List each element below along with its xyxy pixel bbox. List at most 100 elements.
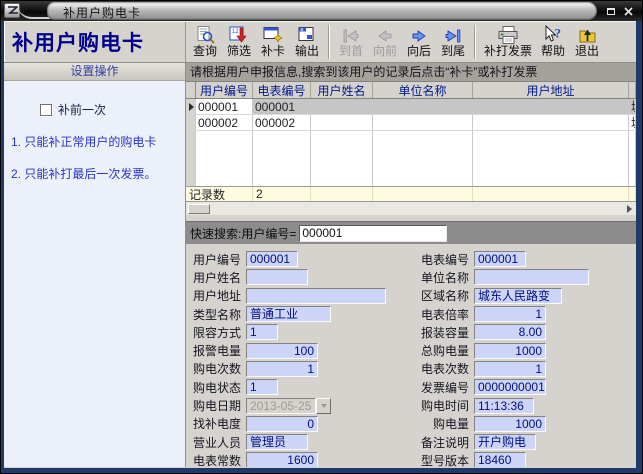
- meter-ratio-field[interactable]: 1: [474, 306, 546, 322]
- help-button[interactable]: ? 帮助: [536, 24, 570, 60]
- main-panel: 请根据用户申报信息,搜索到该用户的记录后点击“补卡”或补打发票 用户编号 电表编…: [186, 63, 636, 467]
- toolbar-separator: [328, 25, 330, 59]
- cell-user-id[interactable]: 000002: [196, 115, 253, 130]
- operator-field[interactable]: 管理员: [246, 434, 308, 450]
- sidebar-note-1: 1. 只能补正常用户的购电卡: [11, 133, 185, 150]
- org-name-field[interactable]: [474, 269, 589, 285]
- col-header-user-id[interactable]: 用户编号: [196, 82, 253, 98]
- field-label: 购电时间: [416, 397, 474, 414]
- user-address-field[interactable]: [246, 288, 386, 304]
- cell-user-address[interactable]: [473, 115, 629, 130]
- alarm-energy-field[interactable]: 100: [246, 343, 318, 359]
- query-button[interactable]: 查询: [188, 24, 222, 60]
- current-row-indicator: [186, 99, 196, 114]
- hscrollbar-right-arrow-icon[interactable]: [627, 205, 632, 213]
- title-bar[interactable]: 补用户购电卡: [1, 1, 642, 21]
- record-count-value: 2: [253, 187, 311, 201]
- pre-purchase-checkbox[interactable]: [40, 104, 52, 116]
- hscrollbar-thumb[interactable]: [188, 204, 210, 214]
- reprint-invoice-button[interactable]: 补打发票: [480, 24, 536, 60]
- purchase-time-field[interactable]: 11:13:36: [474, 398, 534, 414]
- cell-user-id[interactable]: 000001: [196, 99, 253, 114]
- model-version-field[interactable]: 18460: [474, 452, 526, 467]
- col-header-user-name[interactable]: 用户姓名: [311, 82, 373, 98]
- row-indicator: [186, 131, 196, 186]
- rewrite-card-icon: [262, 25, 284, 45]
- field-label: 限容方式: [188, 324, 246, 341]
- rewrite-card-button[interactable]: 补卡: [256, 24, 290, 60]
- cell-meter-id[interactable]: 000001: [253, 99, 311, 114]
- col-header-overflow: [629, 82, 636, 98]
- maximize-icon: [607, 8, 615, 15]
- purchase-count-field[interactable]: 1: [246, 361, 318, 377]
- app-window: 补用户购电卡 补用户购电卡 查询: [0, 0, 643, 474]
- field-label: 购电次数: [188, 360, 246, 377]
- cell-user-name[interactable]: [311, 115, 373, 130]
- window-title: 补用户购电卡: [63, 4, 141, 21]
- type-name-field[interactable]: 普通工业: [246, 306, 331, 322]
- cell-user-name[interactable]: [311, 99, 373, 114]
- export-icon: B: [296, 25, 318, 45]
- installed-capacity-field[interactable]: 8.00: [474, 324, 546, 340]
- svg-text:?: ?: [555, 26, 562, 41]
- user-id-field[interactable]: 000001: [246, 251, 298, 267]
- field-label: 电表次数: [416, 360, 474, 377]
- invoice-no-field[interactable]: 0000000001: [474, 379, 546, 395]
- field-label: 找补电度: [188, 415, 246, 432]
- cell-org-name[interactable]: [373, 99, 473, 114]
- cell-overflow: 城: [629, 115, 636, 130]
- field-label: 电表倍率: [416, 306, 474, 323]
- table-row[interactable]: 000002 000002 城: [186, 115, 636, 131]
- field-label: 用户编号: [188, 251, 246, 268]
- filter-button[interactable]: 12 筛选: [222, 24, 256, 60]
- grid-hscrollbar[interactable]: [186, 201, 636, 215]
- total-energy-field[interactable]: 1000: [474, 343, 546, 359]
- row-indicator: [186, 115, 196, 130]
- col-header-user-address[interactable]: 用户地址: [473, 82, 629, 98]
- filter-icon: 12: [228, 25, 250, 45]
- toolbar: 补用户购电卡 查询 12 筛选: [4, 21, 636, 63]
- meter-count-field[interactable]: 1: [474, 361, 546, 377]
- quick-search-bar: 快速搜索:用户编号=: [186, 221, 636, 244]
- cell-org-name[interactable]: [373, 115, 473, 130]
- cell-user-address[interactable]: [473, 99, 629, 114]
- quick-search-input[interactable]: [299, 225, 447, 242]
- pre-purchase-checkbox-row[interactable]: 补前一次: [40, 101, 185, 118]
- col-header-meter-id[interactable]: 电表编号: [253, 82, 311, 98]
- remark-field[interactable]: 开户购电: [474, 434, 536, 450]
- purchase-energy-field[interactable]: 1000: [474, 416, 546, 432]
- svg-text:12: 12: [232, 29, 239, 35]
- purchase-date-dropdown-button[interactable]: [316, 398, 331, 414]
- user-grid: 用户编号 电表编号 用户姓名 单位名称 用户地址 000001 000001: [186, 82, 636, 201]
- row-arrow-icon: [189, 103, 194, 111]
- field-label: 报装容量: [416, 324, 474, 341]
- meter-constant-field[interactable]: 1600: [246, 452, 318, 467]
- go-first-button: 到首: [334, 24, 368, 60]
- exit-button[interactable]: 退出: [570, 24, 604, 60]
- go-last-button[interactable]: 到尾: [436, 24, 470, 60]
- table-row[interactable]: 000001 000001 城: [186, 99, 636, 115]
- maximize-button[interactable]: [604, 5, 618, 18]
- go-next-button[interactable]: 向后: [402, 24, 436, 60]
- field-label: 型号版本: [416, 452, 474, 467]
- user-name-field[interactable]: [246, 269, 308, 285]
- field-label: 营业人员: [188, 434, 246, 451]
- adjust-energy-field[interactable]: 0: [246, 416, 318, 432]
- purchase-status-field[interactable]: 1: [246, 379, 278, 395]
- meter-id-field[interactable]: 000001: [474, 251, 526, 267]
- field-label: 电表编号: [416, 251, 474, 268]
- go-last-icon: [443, 27, 463, 45]
- toolbar-separator: [474, 25, 476, 59]
- field-label: 单位名称: [416, 269, 474, 286]
- region-name-field[interactable]: 城东人民路变: [474, 288, 562, 304]
- export-button[interactable]: B 输出: [290, 24, 324, 60]
- instruction-bar: 请根据用户申报信息,搜索到该用户的记录后点击“补卡”或补打发票: [186, 63, 636, 82]
- field-label: 类型名称: [188, 306, 246, 323]
- col-header-org-name[interactable]: 单位名称: [373, 82, 473, 98]
- go-prev-icon: [375, 27, 395, 45]
- field-label: 购电量: [416, 415, 474, 432]
- capacity-mode-field[interactable]: 1: [246, 324, 278, 340]
- close-button[interactable]: [621, 5, 635, 18]
- cell-meter-id[interactable]: 000002: [253, 115, 311, 130]
- field-label: 总购电量: [416, 342, 474, 359]
